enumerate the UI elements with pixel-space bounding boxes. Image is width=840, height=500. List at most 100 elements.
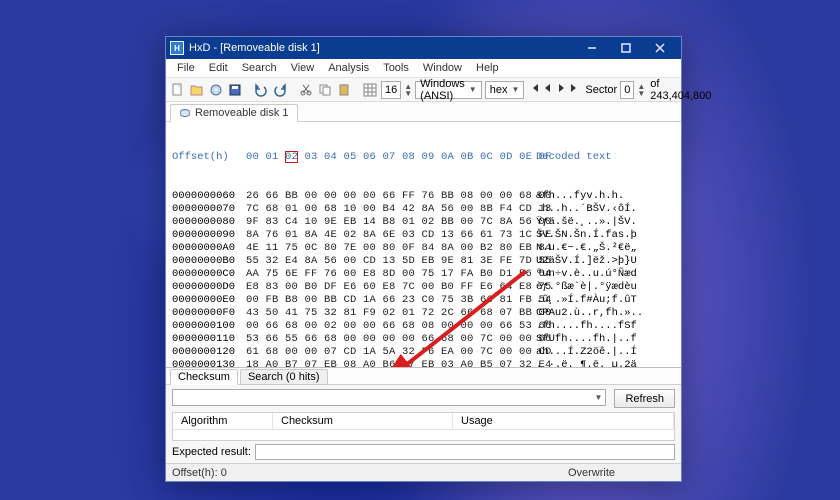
menu-view[interactable]: View [284,60,322,76]
hex-bytes[interactable]: 61 68 00 00 07 CD 1A 5A 32 F6 EA 00 7C 0… [246,346,528,359]
hex-row[interactable]: 000000011053 66 55 66 68 00 00 00 00 66 … [172,333,675,346]
menu-tools[interactable]: Tools [376,60,416,76]
save-icon[interactable] [227,81,243,99]
bytes-per-row-input[interactable]: 16 [381,81,401,99]
hex-bytes[interactable]: 9F 83 C4 10 9E EB 14 B8 01 02 BB 00 7C 8… [246,216,528,229]
hex-bytes[interactable]: 26 66 BB 00 00 00 00 66 FF 76 BB 08 00 0… [246,190,528,203]
hex-row[interactable]: 000000012061 68 00 00 07 CD 1A 5A 32 F6 … [172,346,675,359]
sector-input[interactable]: 0 [620,81,634,99]
redo-icon[interactable] [272,81,288,99]
tab-checksum[interactable]: Checksum [170,369,238,385]
spinner-icon[interactable]: ▲▼ [637,83,645,97]
refresh-button[interactable]: Refresh [614,389,675,408]
expected-result-label: Expected result: [172,446,251,458]
menu-window[interactable]: Window [416,60,469,76]
hex-ascii[interactable]: &fh...fyv.h.h. [528,190,624,203]
hex-offset: 00000000E0 [172,294,246,307]
app-window: H HxD - [Removeable disk 1] File Edit Se… [165,36,682,482]
menu-edit[interactable]: Edit [202,60,235,76]
hex-row[interactable]: 00000000A04E 11 75 0C 80 7E 00 80 0F 84 … [172,242,675,255]
paste-icon[interactable] [336,81,352,99]
bottom-panel: Checksum Search (0 hits) ▼ Refresh Algor… [166,367,681,463]
col-checksum[interactable]: Checksum [273,413,453,430]
offset-header: Offset(h) [172,151,246,164]
hex-ascii[interactable]: ªun÷v.è..u.ú°Ñæd [528,268,637,281]
menubar: File Edit Search View Analysis Tools Win… [166,59,681,78]
hex-row[interactable]: 000000013018 A0 B7 07 EB 08 A0 B6 07 EB … [172,359,675,367]
sector-label: Sector [585,84,617,96]
close-button[interactable] [643,37,677,59]
hex-ascii[interactable]: U2äŠV.Í.]ëž.>þ}U [528,255,637,268]
hex-row[interactable]: 000000006026 66 BB 00 00 00 00 66 FF 76 … [172,190,675,203]
hex-bytes[interactable]: 00 66 68 00 02 00 00 66 68 08 00 00 00 6… [246,320,528,333]
window-title: HxD - [Removeable disk 1] [189,42,320,54]
nav-prev-icon[interactable] [543,83,553,96]
hex-row[interactable]: 00000000C0AA 75 6E FF 76 00 E8 8D 00 75 … [172,268,675,281]
hex-offset: 00000000A0 [172,242,246,255]
maximize-button[interactable] [609,37,643,59]
nav-next-icon[interactable] [556,83,566,96]
hex-ascii[interactable]: Ÿƒä.šë.¸..».|ŠV. [528,216,637,229]
hex-bytes[interactable]: 4E 11 75 0C 80 7E 00 80 0F 84 8A 00 B2 8… [246,242,528,255]
cut-icon[interactable] [298,81,314,99]
menu-help[interactable]: Help [469,60,506,76]
open-disk-icon[interactable] [208,81,224,99]
hex-ascii[interactable]: Šv.ŠN.Šn.Í.fas.þ [528,229,637,242]
hex-offset: 00000000F0 [172,307,246,320]
hex-row[interactable]: 00000000F043 50 41 75 32 81 F9 02 01 72 … [172,307,675,320]
menu-file[interactable]: File [170,60,202,76]
hex-bytes[interactable]: 18 A0 B7 07 EB 08 A0 B6 07 EB 03 A0 B5 0… [246,359,528,367]
hex-offset: 0000000070 [172,203,246,216]
hex-row[interactable]: 00000000809F 83 C4 10 9E EB 14 B8 01 02 … [172,216,675,229]
sector-total: of 243,404,800 [650,78,711,102]
hex-ascii[interactable]: èƒ.°ßæ`è|.°ÿædèu [528,281,637,294]
hex-ascii[interactable]: CPAu2.ù..r,fh.».. [528,307,643,320]
hex-row[interactable]: 000000010000 66 68 00 02 00 00 66 68 08 … [172,320,675,333]
col-algorithm[interactable]: Algorithm [173,413,273,430]
titlebar[interactable]: H HxD - [Removeable disk 1] [166,37,681,59]
hex-ascii[interactable]: .h..h..´BŠV.‹ôÍ. [528,203,637,216]
hex-row[interactable]: 00000000D0E8 83 00 B0 DF E6 60 E8 7C 00 … [172,281,675,294]
hex-bytes[interactable]: 8A 76 01 8A 4E 02 8A 6E 03 CD 13 66 61 7… [246,229,528,242]
spinner-icon[interactable]: ▲▼ [404,83,412,97]
hex-bytes[interactable]: 7C 68 01 00 68 10 00 B4 42 8A 56 00 8B F… [246,203,528,216]
nav-first-icon[interactable] [530,83,540,96]
hex-bytes[interactable]: 53 66 55 66 68 00 00 00 00 66 68 00 7C 0… [246,333,528,346]
col-usage[interactable]: Usage [453,413,674,430]
algorithm-dropdown[interactable]: ▼ [172,389,606,406]
hex-ascii[interactable]: . ·.ë. ¶.ë. µ.2ä [528,359,637,367]
undo-icon[interactable] [253,81,269,99]
hex-ascii[interactable]: ah...Í.Z2öê.|..Í [528,346,637,359]
hex-ascii[interactable]: .fh....fh....fSf [528,320,637,333]
new-file-icon[interactable] [170,81,186,99]
chevron-down-icon: ▼ [469,85,477,94]
hex-row[interactable]: 00000000908A 76 01 8A 4E 02 8A 6E 03 CD … [172,229,675,242]
hex-bytes[interactable]: AA 75 6E FF 76 00 E8 8D 00 75 17 FA B0 D… [246,268,528,281]
hex-row[interactable]: 00000000B055 32 E4 8A 56 00 CD 13 5D EB … [172,255,675,268]
hex-editor-pane[interactable]: Offset(h) 00 01 02 03 04 05 06 07 08 09 … [166,122,681,367]
expected-result-input[interactable] [255,444,675,460]
checksum-table: Algorithm Checksum Usage [172,412,675,441]
hex-ascii[interactable]: SfUfh....fh.|..f [528,333,637,346]
nav-last-icon[interactable] [569,83,579,96]
hex-offset: 0000000120 [172,346,246,359]
hex-bytes[interactable]: E8 83 00 B0 DF E6 60 E8 7C 00 B0 FF E6 6… [246,281,528,294]
hex-bytes[interactable]: 55 32 E4 8A 56 00 CD 13 5D EB 9E 81 3E F… [246,255,528,268]
app-icon: H [170,41,184,55]
minimize-button[interactable] [575,37,609,59]
hex-bytes[interactable]: 00 FB B8 00 BB CD 1A 66 23 C0 75 3B 66 8… [246,294,528,307]
open-file-icon[interactable] [189,81,205,99]
tab-search[interactable]: Search (0 hits) [240,369,328,385]
base-dropdown[interactable]: hex▼ [485,81,525,99]
tab-active[interactable]: Removeable disk 1 [170,104,298,122]
encoding-dropdown[interactable]: Windows (ANSI)▼ [415,81,482,99]
menu-analysis[interactable]: Analysis [321,60,376,76]
menu-search[interactable]: Search [235,60,284,76]
hex-ascii[interactable]: N.u.€~.€.„Š.²€ë„ [528,242,637,255]
hex-ascii[interactable]: .û¸.»Í.f#Àu;f.ûT [528,294,637,307]
hex-bytes[interactable]: 43 50 41 75 32 81 F9 02 01 72 2C 66 68 0… [246,307,528,320]
copy-icon[interactable] [317,81,333,99]
grid-icon[interactable] [362,81,378,99]
hex-row[interactable]: 00000000707C 68 01 00 68 10 00 B4 42 8A … [172,203,675,216]
hex-row[interactable]: 00000000E000 FB B8 00 BB CD 1A 66 23 C0 … [172,294,675,307]
